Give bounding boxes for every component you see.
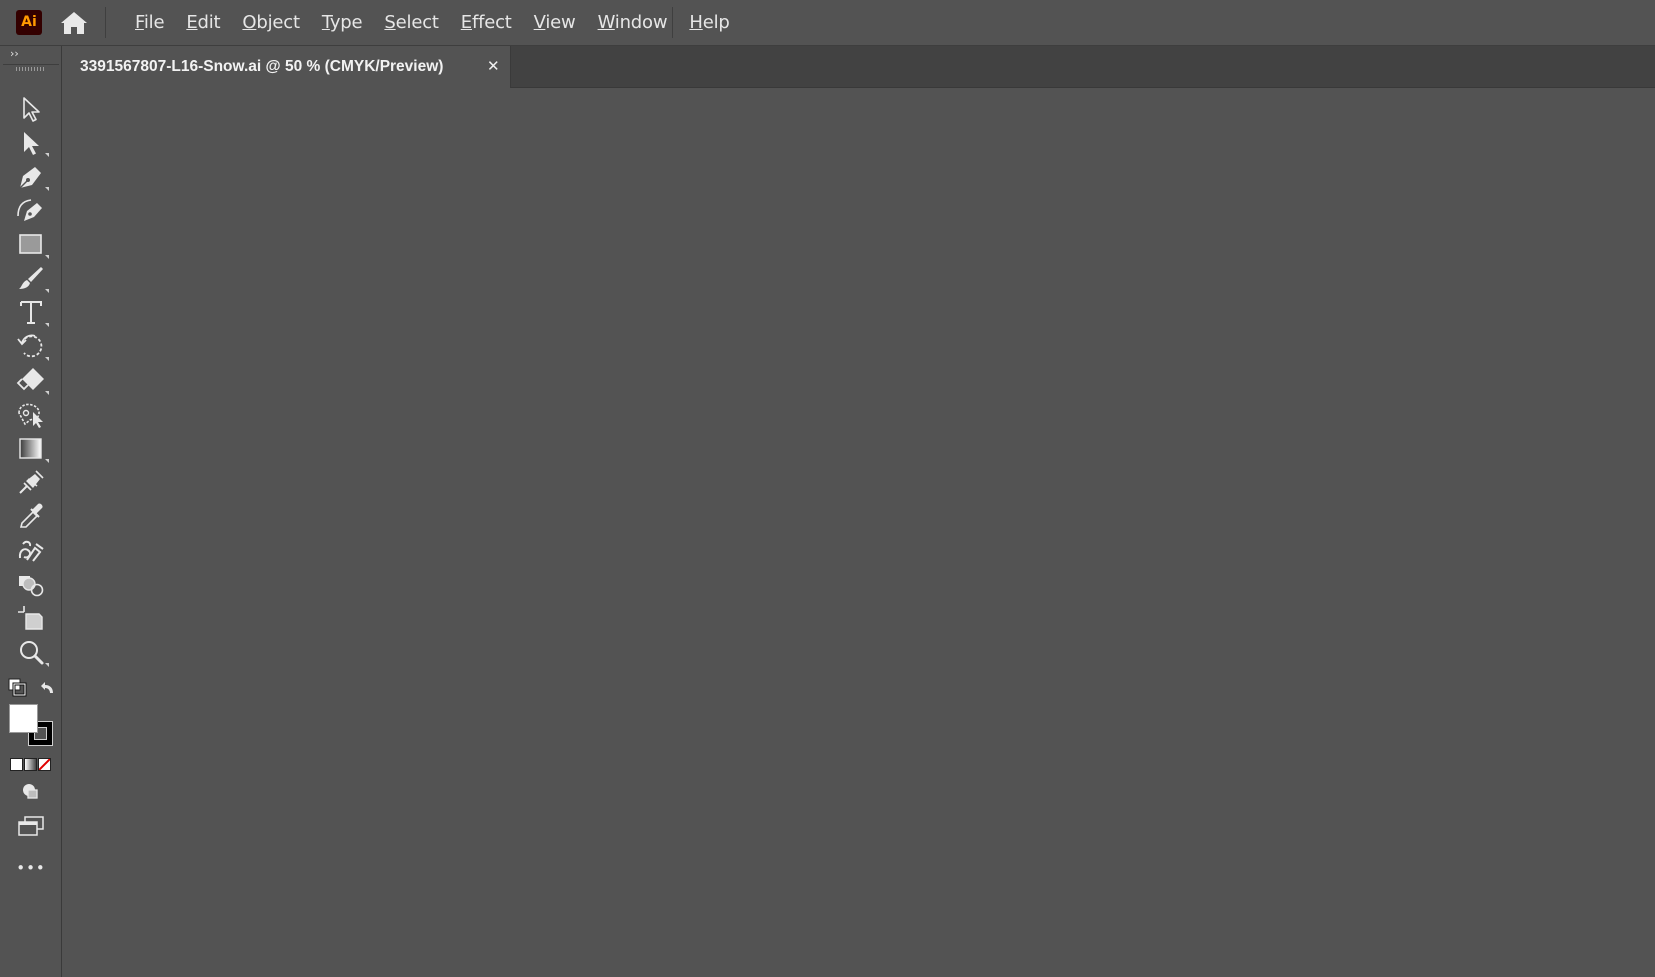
menu-view[interactable]: View	[523, 0, 587, 46]
none-mode-button[interactable]	[38, 758, 51, 771]
eyedropper-tool-icon	[19, 503, 43, 528]
curvature-tool-icon	[17, 199, 42, 221]
shape-builder-tool-button[interactable]	[13, 568, 49, 600]
canvas-area[interactable]	[62, 88, 1655, 977]
artboard-tool-button[interactable]	[13, 602, 49, 634]
screen-mode-button[interactable]	[13, 810, 49, 842]
menu-bar: Ai File Edit Object Type Select Effect V…	[0, 0, 1655, 46]
zoom-tool-button[interactable]	[13, 636, 49, 668]
home-button[interactable]	[58, 9, 90, 37]
document-tab-title: 3391567807-L16-Snow.ai @ 50 % (CMYK/Prev…	[80, 58, 444, 75]
tools-panel: ›› •••	[0, 46, 62, 977]
menu-help[interactable]: Help	[678, 0, 740, 46]
eyedropper-tool-button[interactable]	[13, 500, 49, 532]
swap-arrow-icon	[41, 682, 53, 693]
paintbrush-tool-icon	[19, 267, 49, 293]
drawing-modes-button[interactable]	[13, 776, 49, 808]
blend-tool-button[interactable]	[13, 466, 49, 498]
shape-builder-tool-icon	[19, 576, 44, 597]
zoom-tool-icon	[20, 641, 49, 667]
artboard-tool-icon	[18, 606, 43, 630]
menu-type[interactable]: Type	[311, 0, 374, 46]
close-tab-icon[interactable]: ✕	[487, 46, 500, 86]
menu-effect[interactable]: Effect	[450, 0, 523, 46]
rectangle-tool-icon	[19, 234, 49, 259]
edit-toolbar-button[interactable]: •••	[13, 858, 49, 878]
eraser-tool-button[interactable]	[13, 364, 49, 396]
type-tool-button[interactable]	[13, 296, 49, 328]
document-tab-bar: 3391567807-L16-Snow.ai @ 50 % (CMYK/Prev…	[62, 46, 1655, 88]
color-mode-buttons	[10, 758, 52, 772]
pen-tool-button[interactable]	[13, 160, 49, 192]
fill-swatch[interactable]	[9, 704, 38, 733]
selection-tool-button[interactable]	[13, 92, 49, 124]
menu-window[interactable]: Window	[587, 0, 679, 46]
pen-tool-icon	[19, 167, 49, 191]
rotate-tool-button[interactable]	[13, 330, 49, 362]
default-fill-stroke-button[interactable]	[8, 678, 30, 698]
blend-tool-icon	[19, 470, 44, 494]
main-menu: File Edit Object Type Select Effect View…	[124, 0, 741, 46]
direct-selection-tool-icon	[24, 132, 49, 157]
color-mode-button[interactable]	[10, 758, 23, 771]
curvature-tool-button[interactable]	[13, 194, 49, 226]
paintbrush-tool-button[interactable]	[13, 262, 49, 294]
gradient-tool-button[interactable]	[13, 432, 49, 464]
rectangle-tool-button[interactable]	[13, 228, 49, 260]
puppet-warp-tool-button[interactable]	[13, 398, 49, 430]
symbol-sprayer-tool-button[interactable]	[13, 534, 49, 566]
gradient-mode-button[interactable]	[24, 758, 37, 771]
drawing-modes-icon	[23, 784, 38, 799]
menu-file[interactable]: File	[124, 0, 175, 46]
none-slash-icon	[39, 759, 50, 770]
gradient-tool-icon	[19, 438, 49, 463]
collapse-panel-button[interactable]: ››	[10, 48, 24, 60]
screen-mode-icon	[18, 816, 44, 836]
rotate-tool-icon	[17, 334, 49, 361]
direct-selection-tool-button[interactable]	[13, 126, 49, 158]
document-tab[interactable]: 3391567807-L16-Snow.ai @ 50 % (CMYK/Prev…	[62, 46, 511, 88]
home-icon	[61, 12, 87, 34]
puppet-warp-tool-icon	[18, 403, 43, 428]
menu-separator	[105, 7, 106, 38]
eraser-tool-icon	[16, 368, 49, 395]
swap-fill-stroke-button[interactable]	[37, 678, 57, 698]
symbol-sprayer-tool-icon	[18, 540, 44, 562]
default-colors-icon	[8, 678, 27, 697]
type-tool-icon	[20, 301, 49, 327]
menu-separator	[672, 7, 673, 38]
fill-stroke-swatches	[8, 704, 56, 749]
menu-object[interactable]: Object	[231, 0, 310, 46]
panel-grip-handle[interactable]	[16, 67, 45, 71]
menu-edit[interactable]: Edit	[175, 0, 231, 46]
menu-select[interactable]: Select	[373, 0, 449, 46]
illustrator-logo-icon: Ai	[16, 10, 42, 35]
selection-tool-icon	[23, 97, 40, 122]
